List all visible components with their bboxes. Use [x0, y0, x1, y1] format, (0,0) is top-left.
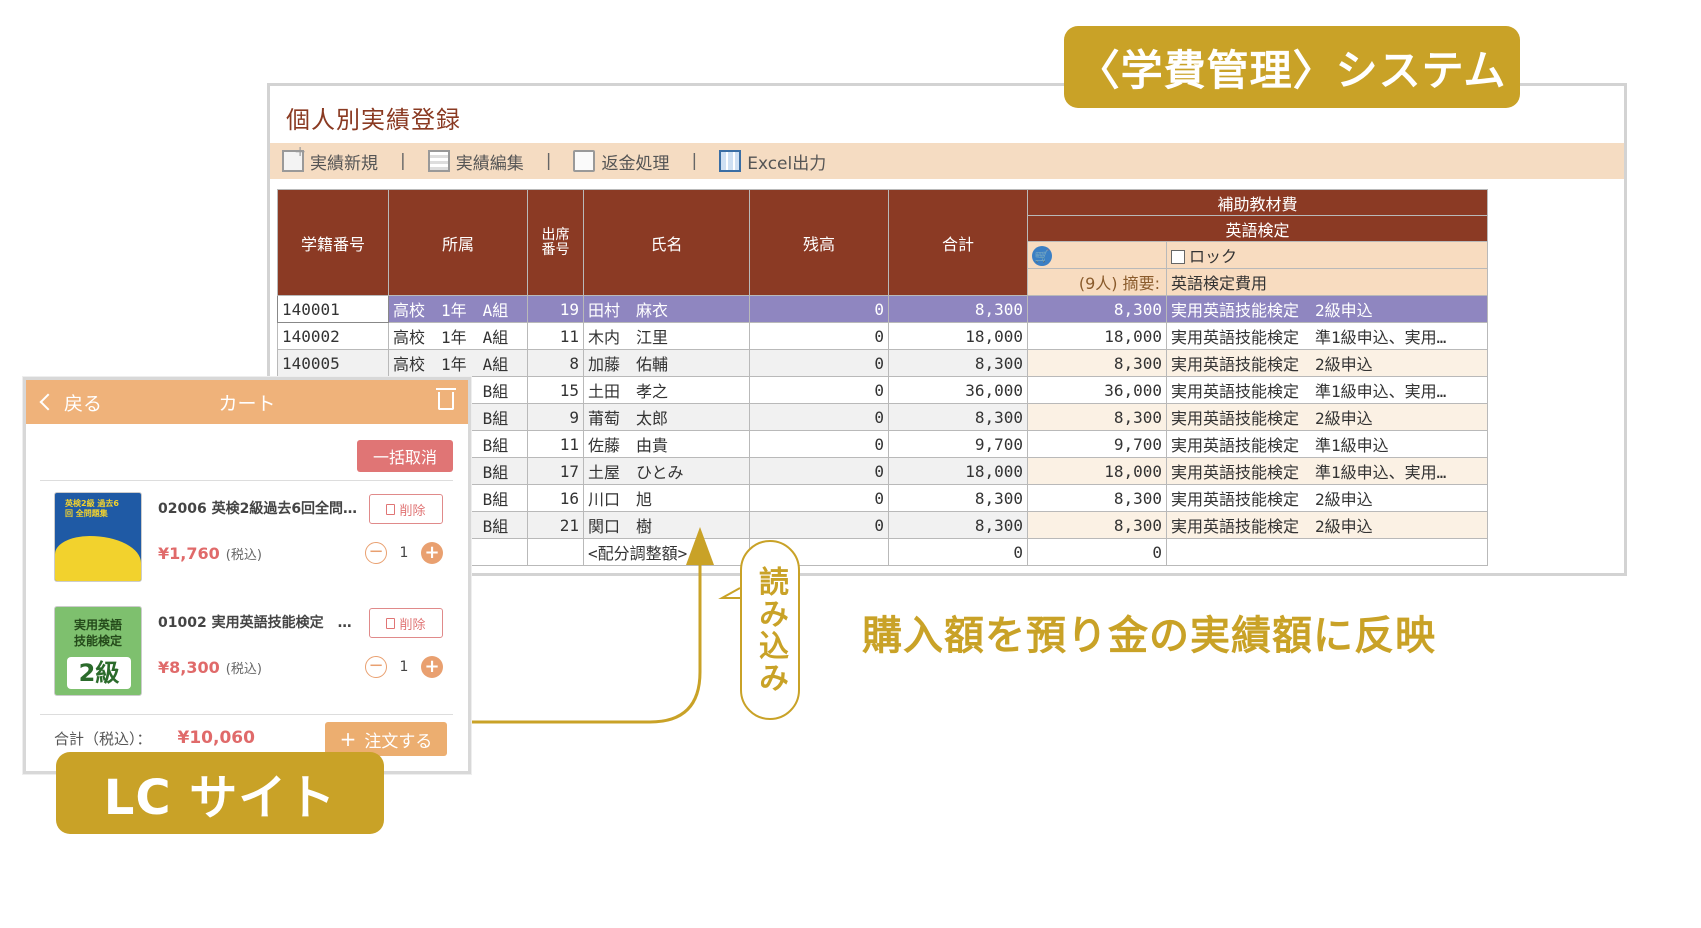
cart-panel: 戻る カート 一括取消 英検2級 過去6回 全問題集 02006 英検2級過去6…: [23, 377, 471, 774]
order-label: 注文する: [364, 731, 433, 752]
item-price: ¥1,760 (税込): [158, 544, 262, 563]
delete-button[interactable]: 削除: [369, 494, 443, 524]
chevron-left-icon: [39, 393, 57, 411]
flow-line: [471, 560, 702, 724]
item-name: 01002 実用英語技能検定 …: [158, 615, 352, 631]
book-thumbnail: 英検2級 過去6回 全問題集: [54, 492, 142, 582]
cart-item: 英検2級 過去6回 全問題集 02006 英検2級過去6回全問… 削除 ¥1,7…: [40, 484, 453, 592]
quantity-value: 1: [399, 545, 409, 561]
flow-arrowhead: [686, 527, 714, 565]
certificate-thumbnail: 実用英語 技能検定 2級: [54, 606, 142, 696]
read-label: 読み込み: [753, 566, 788, 694]
total-row: 合計（税込）： ¥10,060 + 注文する: [40, 720, 453, 756]
minus-icon[interactable]: −: [365, 656, 387, 678]
delete-label: 削除: [399, 503, 426, 519]
total-value: ¥10,060: [177, 728, 255, 748]
total-label: 合計（税込）：: [54, 729, 152, 748]
quantity-stepper: − 1 +: [365, 656, 443, 678]
lc-site-badge: LC サイト: [56, 752, 384, 834]
trash-icon[interactable]: [436, 388, 456, 410]
delete-icon: [386, 617, 396, 629]
quantity-value: 1: [399, 659, 409, 675]
plus-icon: +: [339, 727, 357, 751]
item-name: 02006 英検2級過去6回全問…: [158, 501, 358, 517]
plus-icon[interactable]: +: [421, 542, 443, 564]
divider: [40, 714, 453, 715]
divider: [40, 480, 453, 481]
clear-all-button[interactable]: 一括取消: [357, 440, 453, 472]
book-cover-wave: [55, 536, 141, 581]
book-thumbnail-text: 英検2級 過去6回 全問題集: [65, 499, 119, 518]
delete-label: 削除: [399, 617, 426, 633]
item-price-value: ¥8,300: [158, 658, 220, 677]
certificate-grade: 2級: [67, 657, 131, 689]
certificate-thumbnail-text: 実用英語 技能検定: [73, 618, 122, 648]
delete-button[interactable]: 削除: [369, 608, 443, 638]
cart-item: 実用英語 技能検定 2級 01002 実用英語技能検定 … 削除 ¥8,300 (…: [40, 598, 453, 706]
tax-label: (税込): [225, 662, 262, 677]
back-label: 戻る: [64, 392, 103, 415]
minus-icon[interactable]: −: [365, 542, 387, 564]
order-button[interactable]: + 注文する: [325, 722, 447, 756]
reflect-caption: 購入額を預り金の実績額に反映: [862, 613, 1436, 659]
read-bubble: 読み込み: [740, 540, 800, 720]
back-button[interactable]: 戻る: [39, 389, 103, 416]
item-price-value: ¥1,760: [158, 544, 220, 563]
bubble-tail: [718, 587, 741, 599]
delete-icon: [386, 503, 396, 515]
quantity-stepper: − 1 +: [365, 542, 443, 564]
tax-label: (税込): [225, 548, 262, 563]
plus-icon[interactable]: +: [421, 656, 443, 678]
cart-header: 戻る カート: [26, 380, 468, 424]
cart-body: 一括取消 英検2級 過去6回 全問題集 02006 英検2級過去6回全問… 削除…: [40, 434, 453, 756]
item-price: ¥8,300 (税込): [158, 658, 262, 677]
